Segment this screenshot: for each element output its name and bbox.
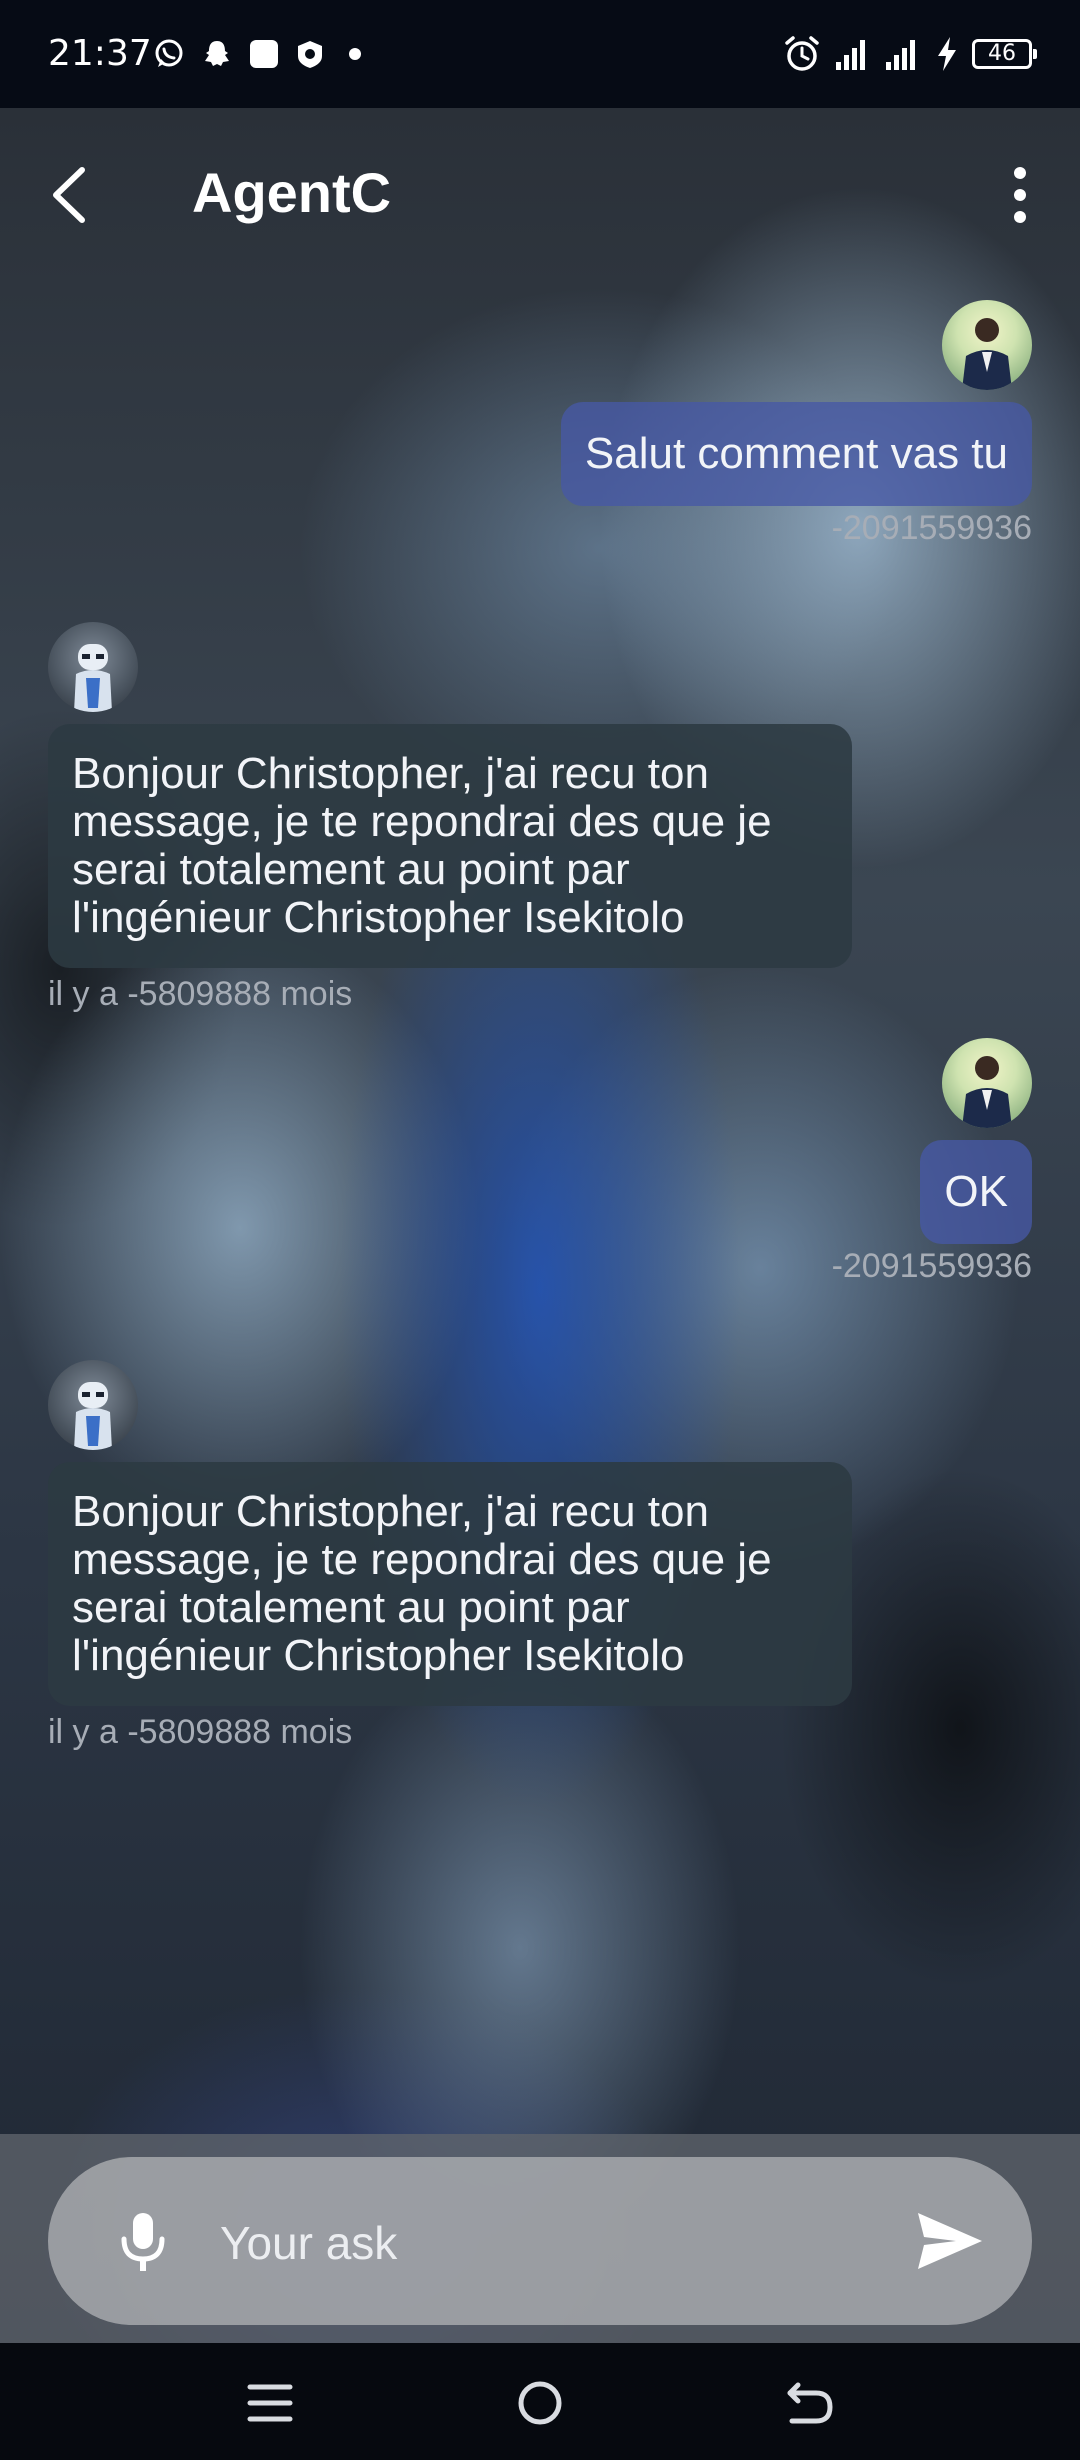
message-text: Bonjour Christopher, j'ai recu ton messa…	[72, 749, 772, 942]
system-nav-bar	[0, 2343, 1080, 2460]
status-time: 21:37	[48, 33, 152, 74]
message-bubble-user[interactable]: OK	[920, 1140, 1032, 1244]
menu-dot	[1014, 211, 1026, 223]
whatsapp-icon	[155, 39, 183, 67]
message-text: OK	[944, 1167, 1008, 1216]
bot-avatar[interactable]	[48, 622, 138, 712]
user-photo-icon	[962, 318, 1012, 390]
composer-area	[0, 2134, 1080, 2343]
stormtrooper-icon	[74, 1382, 112, 1450]
signal-icon	[886, 40, 915, 70]
message-timestamp: -2091559936	[831, 509, 1032, 547]
back-arrow-icon	[53, 167, 85, 223]
user-avatar[interactable]	[942, 1038, 1032, 1128]
home-icon[interactable]	[512, 2375, 568, 2431]
message-text: Salut comment vas tu	[584, 429, 1008, 478]
message-timestamp: il y a -5809888 mois	[48, 975, 353, 1013]
stormtrooper-icon	[74, 644, 112, 712]
message-bubble-bot[interactable]: Bonjour Christopher, j'ai recu ton messa…	[48, 724, 852, 968]
status-bar: 21:37 46	[0, 0, 1080, 108]
user-avatar[interactable]	[942, 300, 1032, 390]
recent-apps-icon[interactable]	[242, 2375, 298, 2431]
app-bar: AgentC	[0, 108, 1080, 278]
snapchat-icon	[205, 41, 229, 66]
dot-icon	[349, 48, 361, 60]
send-icon	[918, 2213, 982, 2269]
microphone-icon	[121, 2213, 165, 2271]
overflow-menu-button[interactable]	[990, 160, 1050, 230]
send-button[interactable]	[912, 2203, 988, 2279]
shield-app-icon	[298, 41, 322, 68]
battery-indicator: 46	[972, 39, 1037, 69]
message-bubble-bot[interactable]: Bonjour Christopher, j'ai recu ton messa…	[48, 1462, 852, 1706]
ask-input[interactable]	[218, 2197, 902, 2289]
status-icons-right: 46	[782, 30, 1037, 78]
back-button[interactable]	[42, 160, 102, 230]
menu-dot	[1014, 189, 1026, 201]
message-timestamp: il y a -5809888 mois	[48, 1713, 353, 1751]
alarm-icon	[785, 36, 819, 71]
bot-avatar[interactable]	[48, 1360, 138, 1450]
square-app-icon	[250, 40, 278, 68]
message-timestamp: -2091559936	[831, 1247, 1032, 1285]
status-icons-left	[152, 30, 370, 78]
message-text: Bonjour Christopher, j'ai recu ton messa…	[72, 1487, 772, 1680]
user-photo-icon	[962, 1056, 1012, 1128]
page-title: AgentC	[192, 161, 392, 224]
back-nav-icon[interactable]	[782, 2375, 838, 2431]
message-bubble-user[interactable]: Salut comment vas tu	[560, 402, 1032, 506]
composer-pill	[48, 2157, 1032, 2325]
chat-screen: 21:37 46 AgentC Salut comment vas tu -20…	[0, 0, 1080, 2460]
menu-dot	[1014, 167, 1026, 179]
charging-icon	[938, 37, 956, 71]
mic-button[interactable]	[108, 2207, 178, 2277]
signal-icon	[836, 40, 865, 70]
